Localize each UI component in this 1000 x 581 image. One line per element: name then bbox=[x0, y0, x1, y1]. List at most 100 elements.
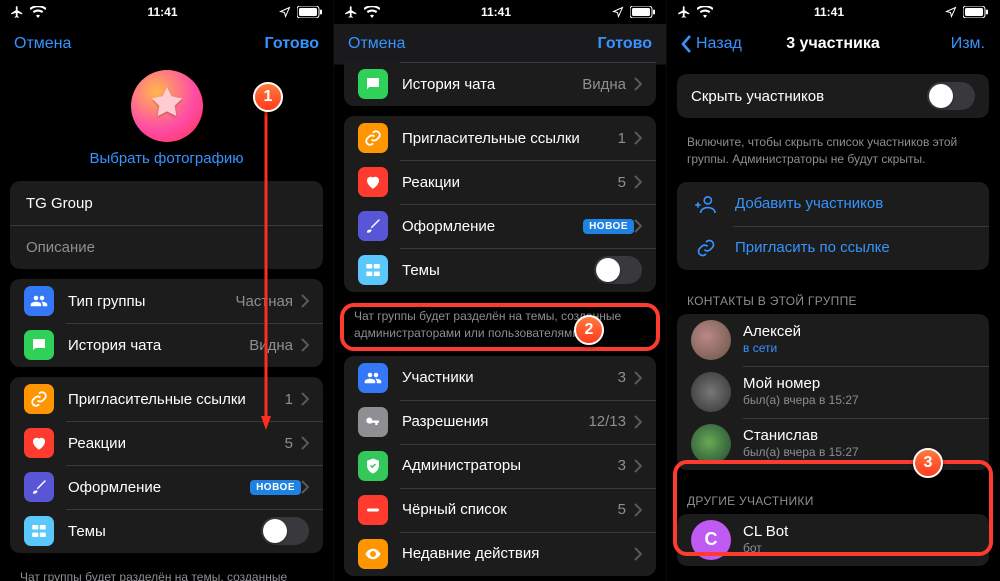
topics-row[interactable]: Темы bbox=[344, 248, 656, 292]
history-value: Видна bbox=[582, 76, 626, 93]
permissions-row[interactable]: Разрешения 12/13 bbox=[344, 400, 656, 444]
chevron-icon bbox=[301, 480, 309, 494]
brush-icon bbox=[24, 472, 54, 502]
airplane-icon bbox=[344, 5, 358, 19]
reactions-row[interactable]: Реакции 5 bbox=[344, 160, 656, 204]
chevron-icon bbox=[634, 547, 642, 561]
callout-badge-2: 2 bbox=[574, 315, 604, 345]
links-appearance-section: Пригласительные ссылки 1 Реакции 5 Оформ… bbox=[344, 116, 656, 292]
topics-switch[interactable] bbox=[261, 517, 309, 545]
contacts-section: Алексейв сети Мой номербыл(а) вчера в 15… bbox=[677, 314, 989, 470]
cancel-button[interactable]: Отмена bbox=[14, 35, 71, 53]
callout-badge-3: 3 bbox=[913, 448, 943, 478]
topics-row[interactable]: Темы bbox=[10, 509, 323, 553]
name-description-section bbox=[10, 181, 323, 269]
done-button[interactable]: Готово bbox=[598, 35, 652, 53]
wifi-icon bbox=[364, 6, 380, 18]
links-appearance-section: Пригласительные ссылки 1 Реакции 5 bbox=[10, 377, 323, 553]
chat-icon bbox=[24, 330, 54, 360]
reactions-value: 5 bbox=[618, 174, 626, 191]
hide-members-switch[interactable] bbox=[927, 82, 975, 110]
hide-members-footer: Включите, чтобы скрыть список участников… bbox=[667, 128, 999, 172]
new-badge: НОВОЕ bbox=[583, 219, 634, 234]
status-time: 11:41 bbox=[814, 5, 844, 19]
members-row[interactable]: Участники 3 bbox=[344, 356, 656, 400]
choose-photo-button[interactable]: Выбрать фотографию bbox=[89, 150, 243, 167]
invite-links-row[interactable]: Пригласительные ссылки 1 bbox=[10, 377, 323, 421]
history-label: История чата bbox=[402, 76, 574, 93]
member-row[interactable]: Мой номербыл(а) вчера в 15:27 bbox=[677, 366, 989, 418]
new-badge: НОВОЕ bbox=[250, 480, 301, 495]
done-button[interactable]: Готово bbox=[265, 35, 319, 53]
appearance-label: Оформление bbox=[68, 479, 242, 496]
link-icon bbox=[24, 384, 54, 414]
screen-group-edit: 11:41 Отмена Готово Выбрать фотографию bbox=[0, 0, 333, 581]
admins-row[interactable]: Администраторы 3 bbox=[344, 444, 656, 488]
reactions-label: Реакции bbox=[402, 174, 610, 191]
status-time: 11:41 bbox=[481, 5, 511, 19]
member-row[interactable]: C CL Botбот bbox=[677, 514, 989, 566]
group-type-section: Тип группы Частная История чата Видна bbox=[10, 279, 323, 367]
invite-links-row[interactable]: Пригласительные ссылки 1 bbox=[344, 116, 656, 160]
admins-label: Администраторы bbox=[402, 457, 610, 474]
invite-links-label: Пригласительные ссылки bbox=[68, 391, 277, 408]
appearance-row[interactable]: Оформление НОВОЕ bbox=[344, 204, 656, 248]
description-input-row[interactable] bbox=[10, 225, 323, 269]
chevron-icon bbox=[634, 503, 642, 517]
topics-icon bbox=[24, 516, 54, 546]
location-icon bbox=[945, 6, 957, 18]
invite-link-button[interactable]: Пригласить по ссылке bbox=[677, 226, 989, 270]
reactions-row[interactable]: Реакции 5 bbox=[10, 421, 323, 465]
topics-footer: Чат группы будет разделён на темы, созда… bbox=[0, 563, 333, 581]
group-avatar[interactable] bbox=[131, 70, 203, 142]
heart-icon bbox=[358, 167, 388, 197]
nav-bar: Назад 3 участника Изм. bbox=[667, 24, 999, 64]
appearance-row[interactable]: Оформление НОВОЕ bbox=[10, 465, 323, 509]
link-icon bbox=[358, 123, 388, 153]
chevron-icon bbox=[301, 392, 309, 406]
cancel-button[interactable]: Отмена bbox=[348, 35, 405, 53]
chevron-icon bbox=[634, 371, 642, 385]
appearance-label: Оформление bbox=[402, 218, 575, 235]
add-members-button[interactable]: Добавить участников bbox=[677, 182, 989, 226]
invite-links-value: 1 bbox=[285, 391, 293, 408]
topics-switch[interactable] bbox=[594, 256, 642, 284]
group-name-input-row[interactable] bbox=[10, 181, 323, 225]
history-row[interactable]: История чата Видна bbox=[344, 62, 656, 106]
location-icon bbox=[612, 6, 624, 18]
chevron-icon bbox=[301, 294, 309, 308]
group-type-row[interactable]: Тип группы Частная bbox=[10, 279, 323, 323]
back-button[interactable]: Назад bbox=[681, 35, 742, 53]
members-value: 3 bbox=[618, 369, 626, 386]
member-row[interactable]: Алексейв сети bbox=[677, 314, 989, 366]
brush-icon bbox=[358, 211, 388, 241]
edit-button[interactable]: Изм. bbox=[951, 35, 985, 53]
lock-icon bbox=[934, 88, 946, 102]
chevron-icon bbox=[634, 77, 642, 91]
eye-icon bbox=[358, 539, 388, 569]
battery-icon bbox=[963, 6, 989, 18]
recent-actions-row[interactable]: Недавние действия bbox=[344, 532, 656, 576]
member-name: Алексей bbox=[743, 323, 801, 341]
history-row[interactable]: История чата Видна bbox=[10, 323, 323, 367]
group-type-label: Тип группы bbox=[68, 293, 228, 310]
topics-label: Темы bbox=[402, 262, 594, 279]
location-icon bbox=[279, 6, 291, 18]
admins-value: 3 bbox=[618, 457, 626, 474]
banned-label: Чёрный список bbox=[402, 501, 610, 518]
hide-members-row[interactable]: Скрыть участников bbox=[677, 74, 989, 118]
add-members-label: Добавить участников bbox=[735, 195, 883, 212]
chevron-icon bbox=[634, 219, 642, 233]
management-section: Участники 3 Разрешения 12/13 Администрат… bbox=[344, 356, 656, 576]
permissions-label: Разрешения bbox=[402, 413, 580, 430]
key-icon bbox=[358, 407, 388, 437]
chevron-left-icon bbox=[681, 35, 692, 53]
invite-links-value: 1 bbox=[618, 130, 626, 147]
avatar bbox=[691, 424, 731, 464]
banned-row[interactable]: Чёрный список 5 bbox=[344, 488, 656, 532]
reactions-label: Реакции bbox=[68, 435, 277, 452]
invite-link-label: Пригласить по ссылке bbox=[735, 239, 890, 256]
member-status: в сети bbox=[743, 341, 801, 355]
add-invite-section: Добавить участников Пригласить по ссылке bbox=[677, 182, 989, 270]
hide-members-section: Скрыть участников bbox=[677, 74, 989, 118]
